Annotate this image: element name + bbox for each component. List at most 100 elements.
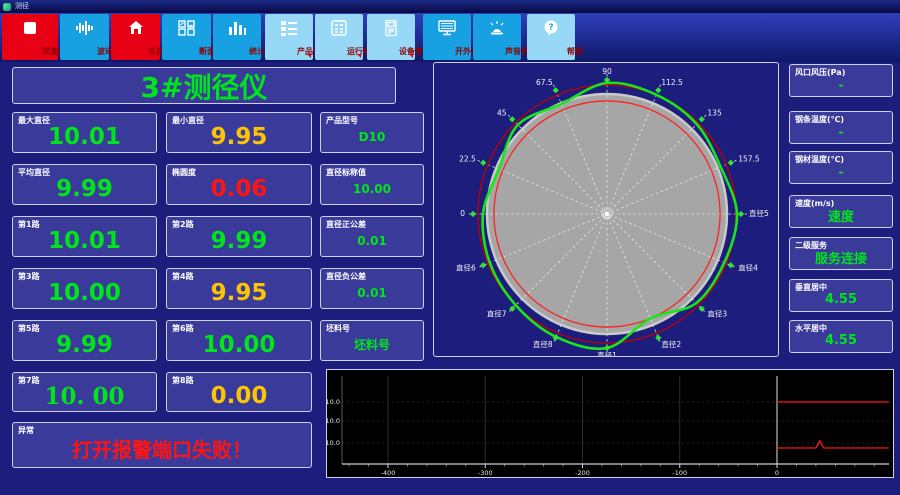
- panel-level2-service: 二级服务 服务连接: [789, 237, 893, 270]
- run-params-button[interactable]: 运行参数: [315, 14, 379, 60]
- collect-stop-button[interactable]: 采集停止: [2, 14, 74, 60]
- stat-minus-tolerance: 直径负公差 0.01: [320, 268, 424, 309]
- title-bar: 测径: [0, 0, 900, 13]
- statistics-button[interactable]: 统计图: [213, 14, 273, 60]
- panel-steel-temperature: 钢材温度(℃) -: [789, 151, 893, 184]
- polar-axis-label: 直径3: [707, 308, 727, 318]
- panel-value: -: [838, 77, 844, 92]
- stat-value: 10.01: [48, 123, 121, 150]
- run-params-icon: [331, 20, 347, 36]
- cross-section-chart: 0 22.5 45 67.5 90 112.5 135 157.5 直径5 直径4 直径3 直径2 直径…: [433, 62, 779, 360]
- stat-value: 9.99: [56, 175, 113, 202]
- panel-value: 服务连接: [814, 252, 867, 267]
- diameter-trend-chart: 10.0 10.0 10.0 -400 -300 -200 -100 0: [326, 369, 894, 478]
- stat-value: 坯料号: [353, 338, 390, 352]
- trend-y-tick-label: 10.0: [327, 439, 340, 447]
- stat-billet-number: 坯料号 坯料号: [320, 320, 424, 361]
- window-title: 测径: [15, 2, 29, 10]
- trend-y-tick-label: 10.0: [327, 417, 340, 425]
- stat-channel-6: 第6路 10.00: [166, 320, 312, 361]
- polar-axis-label: 0: [460, 209, 465, 218]
- stat-max-diameter: 最大直径 10.01: [12, 112, 157, 153]
- exception-box: 异常 打开报警端口失败！: [12, 422, 312, 468]
- polar-axis-label: 90: [602, 67, 612, 76]
- help-button[interactable]: ? 帮助: [527, 14, 583, 60]
- sound-alarm-button[interactable]: 声音告警: [473, 14, 537, 60]
- stat-value: 9.95: [210, 123, 268, 150]
- stat-channel-7: 第7路 10. 00: [12, 372, 157, 412]
- stat-value: 0.06: [210, 175, 268, 202]
- stat-channel-3: 第3路 10.00: [12, 268, 157, 309]
- help-icon: ?: [544, 20, 558, 36]
- panel-value: -: [838, 124, 844, 139]
- panel-air-pressure: 风口风压(Pa) -: [789, 64, 893, 97]
- trend-x-tick-label: 0: [775, 469, 779, 477]
- panel-horizontal-centering: 水平居中 4.55: [789, 320, 893, 353]
- trend-x-tick-label: -300: [478, 469, 493, 477]
- wave-chart-button[interactable]: 波动图: [60, 14, 121, 60]
- device-manage-icon: [385, 19, 397, 37]
- stat-channel-8: 第8路 0.00: [166, 372, 312, 412]
- panel-bar-temperature: 钢条温度(℃) -: [789, 111, 893, 144]
- stat-product-model: 产品型号 D10: [320, 112, 424, 153]
- waveform-icon: [75, 21, 93, 35]
- app-window: 测径 采集停止 波动图 主界面 断面图 统计图 产品参数 运行参数 设备管理 开…: [0, 0, 900, 495]
- svg-text:?: ?: [548, 23, 553, 33]
- panel-value: 4.55: [824, 333, 858, 348]
- stat-value: 9.99: [56, 331, 113, 358]
- monitor-icon: [438, 20, 456, 36]
- exception-message: 打开报警端口失败！: [72, 437, 252, 462]
- dropdown-arrow-icon: [307, 54, 311, 58]
- polar-axis-label: 157.5: [738, 155, 760, 164]
- multi-pane-icon: [177, 20, 195, 36]
- trend-chart-svg: 10.0 10.0 10.0 -400 -300 -200 -100 0: [326, 376, 889, 477]
- polar-axis-label: 135: [707, 109, 722, 118]
- toolbar: 采集停止 波动图 主界面 断面图 统计图 产品参数 运行参数 设备管理 开外接屏…: [0, 13, 900, 62]
- trend-x-tick-label: -200: [575, 469, 590, 477]
- app-icon: [3, 2, 11, 11]
- polar-axis-label: 直径4: [738, 262, 758, 272]
- panel-speed: 速度(m/s) 速度: [789, 195, 893, 228]
- polar-axis-label: 22.5: [459, 155, 476, 164]
- polar-axis-label: 直径7: [487, 308, 507, 318]
- section-chart-button[interactable]: 断面图: [162, 14, 223, 60]
- trend-x-tick-label: -100: [672, 469, 687, 477]
- trend-y-tick-label: 10.0: [327, 398, 340, 406]
- stat-value: 9.99: [210, 227, 268, 254]
- panel-vertical-centering: 垂直居中 4.55: [789, 279, 893, 312]
- panel-value: 速度: [827, 210, 854, 225]
- stat-channel-2: 第2路 9.99: [166, 216, 312, 257]
- stat-plus-tolerance: 直径正公差 0.01: [320, 216, 424, 257]
- polar-axis-label: 67.5: [536, 78, 553, 87]
- stat-avg-diameter: 平均直径 9.99: [12, 164, 157, 205]
- polar-axis-label: 45: [497, 109, 507, 118]
- button-label: 帮助: [567, 47, 583, 56]
- main-screen-button[interactable]: 主界面: [111, 14, 172, 60]
- stat-channel-5: 第5路 9.99: [12, 320, 157, 361]
- panel-value: 4.55: [824, 292, 858, 307]
- stat-value: 9.95: [210, 279, 268, 306]
- product-params-button[interactable]: 产品参数: [265, 14, 329, 60]
- stat-value: 0.01: [357, 233, 387, 248]
- bar-chart-icon: [229, 22, 246, 35]
- polar-axis-label: 直径2: [661, 339, 681, 349]
- home-icon: [128, 21, 143, 34]
- gauge-title: 3#测径仪: [140, 70, 268, 104]
- trend-series-line: [777, 439, 889, 449]
- trend-x-tick-label: -400: [381, 469, 396, 477]
- stat-value: 10.00: [48, 279, 121, 306]
- external-screen-button[interactable]: 开外接屏: [423, 14, 487, 60]
- gauge-title-box: 3#测径仪: [12, 67, 396, 104]
- stat-value: 10.00: [353, 181, 391, 196]
- stat-value: D10: [358, 129, 386, 144]
- polar-axis-label: 112.5: [661, 78, 683, 87]
- stat-ovality: 椭圆度 0.06: [166, 164, 312, 205]
- device-manage-button[interactable]: 设备管理: [367, 14, 431, 60]
- cross-section-svg: 0 22.5 45 67.5 90 112.5 135 157.5 直径5 直径4 直径3 直径2 直径…: [456, 67, 769, 360]
- polar-axis-label: 直径6: [456, 262, 476, 272]
- stat-value: 10.00: [202, 331, 276, 358]
- polar-axis-label: 直径5: [749, 208, 769, 218]
- dropdown-arrow-icon: [409, 54, 413, 58]
- product-params-icon: [281, 21, 297, 36]
- panel-value: -: [838, 164, 844, 179]
